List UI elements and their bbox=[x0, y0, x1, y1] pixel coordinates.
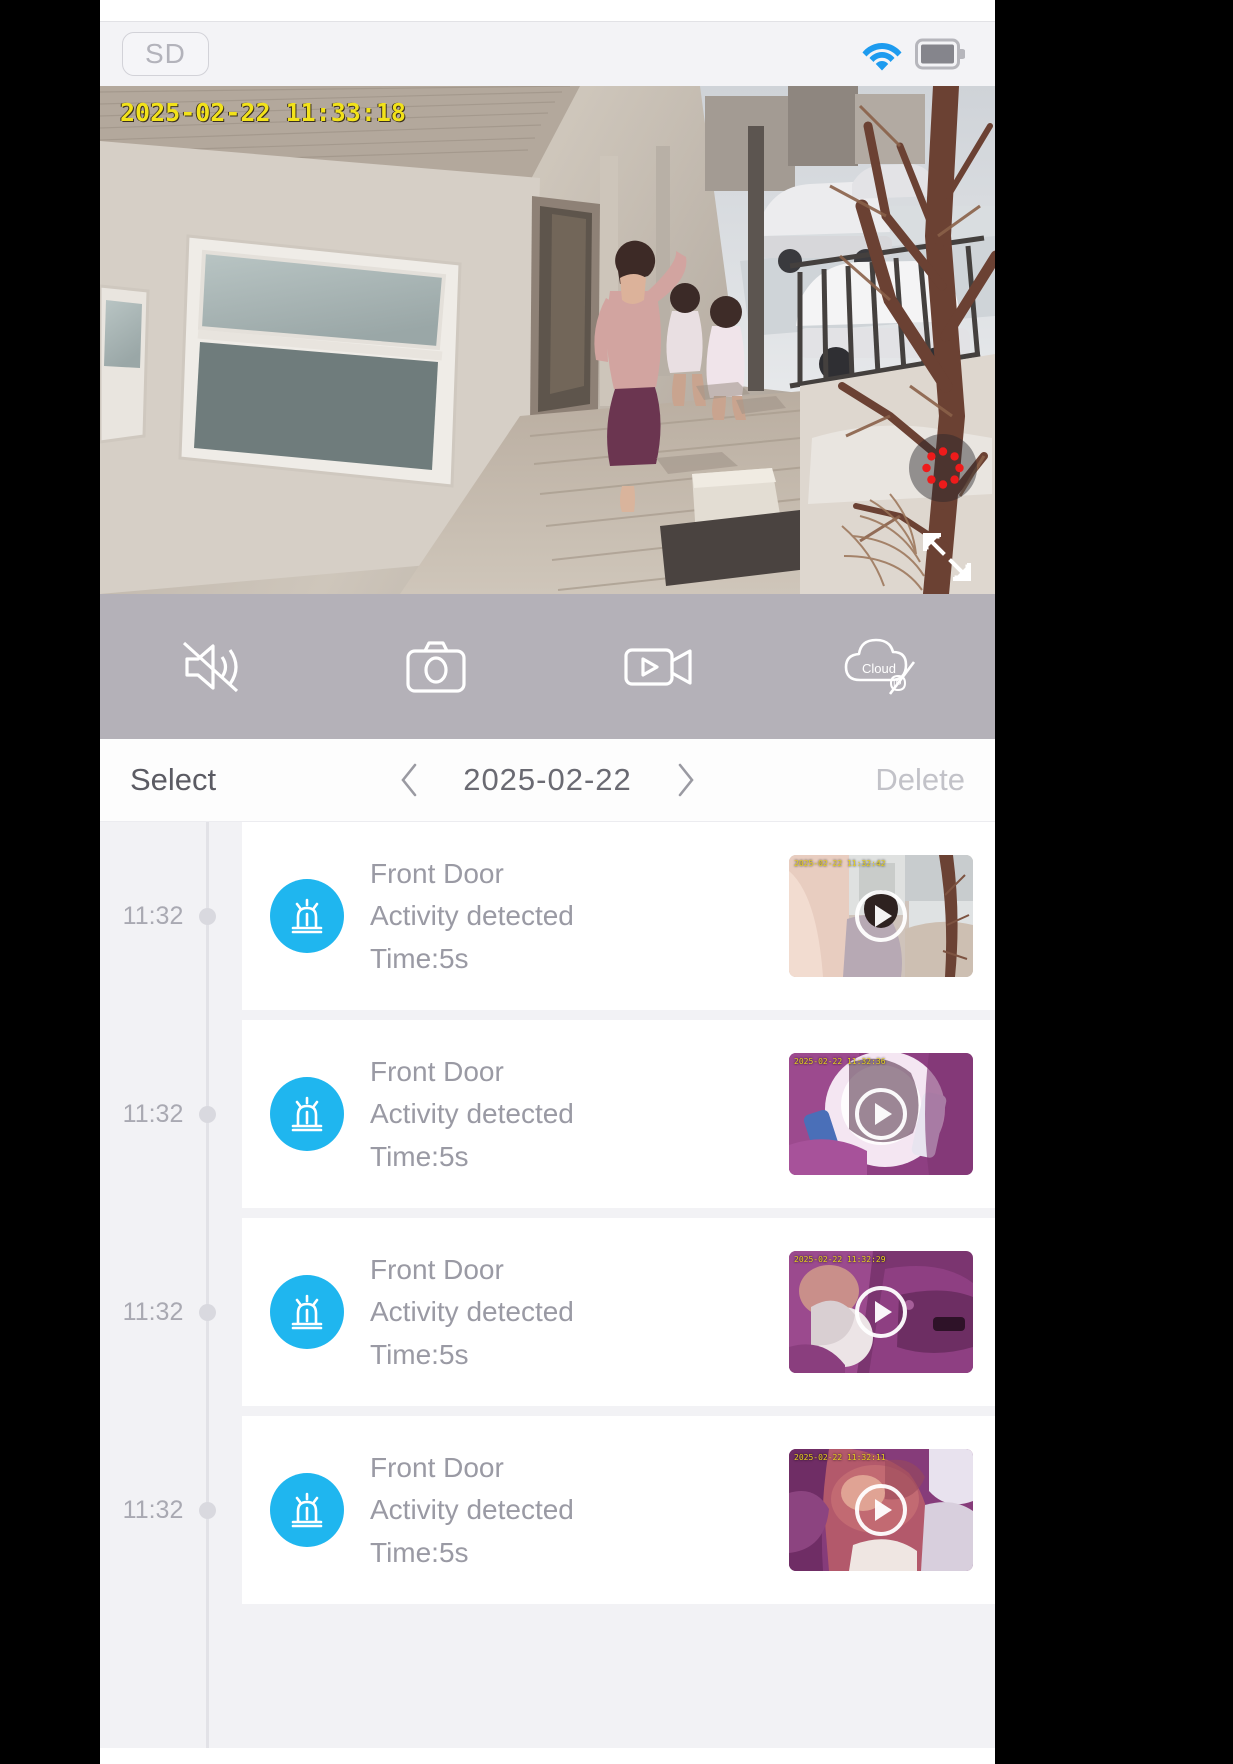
event-time: 11:32 bbox=[122, 901, 184, 930]
thumbnail-timestamp: 2025-02-22 11:32:42 bbox=[794, 859, 886, 868]
event-info: Front Door Activity detected Time:5s bbox=[370, 1451, 763, 1568]
event-subtitle: Activity detected bbox=[370, 1098, 574, 1130]
video-record-icon bbox=[624, 647, 692, 686]
camera-status-bar: SD bbox=[100, 22, 995, 86]
battery-icon bbox=[915, 38, 965, 70]
video-control-bar: Cloud IP bbox=[100, 594, 995, 739]
alarm-siren-icon bbox=[270, 1473, 344, 1547]
video-timestamp-overlay: 2025-02-22 11:33:18 bbox=[120, 98, 406, 127]
timeline-dot bbox=[199, 907, 216, 925]
camera-icon bbox=[406, 640, 466, 693]
speaker-muted-icon bbox=[182, 641, 238, 692]
event-card[interactable]: Front Door Activity detected Time:5s 202… bbox=[242, 1218, 995, 1406]
cloud-disabled-icon: Cloud IP bbox=[844, 638, 916, 695]
current-date-label: 2025-02-22 bbox=[463, 762, 632, 797]
delete-button[interactable]: Delete bbox=[875, 762, 965, 798]
event-time: 11:32 bbox=[122, 1099, 184, 1128]
event-card[interactable]: Front Door Activity detected Time:5s 202… bbox=[242, 1416, 995, 1604]
event-title: Front Door bbox=[370, 1055, 504, 1087]
event-thumbnail[interactable]: 2025-02-22 11:32:29 bbox=[789, 1251, 973, 1373]
fullscreen-expand-icon[interactable] bbox=[921, 531, 973, 583]
event-title: Front Door bbox=[370, 857, 504, 889]
status-icon-group bbox=[861, 37, 965, 71]
browser-chrome bbox=[100, 0, 995, 22]
list-item[interactable]: 11:32 Front Door Activity detected Time:… bbox=[100, 1020, 995, 1208]
chevron-right-icon[interactable] bbox=[676, 763, 696, 797]
play-button[interactable] bbox=[855, 1088, 907, 1140]
event-date-navigation: Select 2025-02-22 Delete bbox=[100, 739, 995, 822]
cloud-button[interactable]: Cloud IP bbox=[771, 594, 995, 739]
thumbnail-timestamp: 2025-02-22 11:32:11 bbox=[794, 1453, 886, 1462]
event-duration: Time:5s bbox=[370, 1140, 469, 1172]
chevron-left-icon[interactable] bbox=[399, 763, 419, 797]
app-screen: SD 2025-02-22 11:33:18 Cloud IP Select 2… bbox=[100, 0, 995, 1764]
event-info: Front Door Activity detected Time:5s bbox=[370, 857, 763, 974]
event-info: Front Door Activity detected Time:5s bbox=[370, 1055, 763, 1172]
recording-loading-indicator bbox=[909, 434, 977, 502]
svg-text:Cloud: Cloud bbox=[862, 661, 896, 676]
sd-storage-badge[interactable]: SD bbox=[122, 32, 209, 76]
wifi-icon bbox=[862, 43, 902, 71]
play-button[interactable] bbox=[855, 1484, 907, 1536]
event-time: 11:32 bbox=[122, 1495, 184, 1524]
alarm-siren-icon bbox=[270, 879, 344, 953]
list-item[interactable]: 11:32 Front Door Activity detected Time:… bbox=[100, 822, 995, 1010]
event-card[interactable]: Front Door Activity detected Time:5s 202… bbox=[242, 1020, 995, 1208]
svg-text:IP: IP bbox=[893, 679, 902, 689]
event-title: Front Door bbox=[370, 1253, 504, 1285]
alarm-siren-icon bbox=[270, 1077, 344, 1151]
thumbnail-timestamp: 2025-02-22 11:32:36 bbox=[794, 1057, 886, 1066]
event-duration: Time:5s bbox=[370, 942, 469, 974]
event-subtitle: Activity detected bbox=[370, 900, 574, 932]
alarm-siren-icon bbox=[270, 1275, 344, 1349]
video-frame bbox=[100, 86, 995, 594]
timeline-dot bbox=[199, 1105, 216, 1123]
snapshot-button[interactable] bbox=[324, 594, 548, 739]
event-thumbnail[interactable]: 2025-02-22 11:32:11 bbox=[789, 1449, 973, 1571]
event-thumbnail[interactable]: 2025-02-22 11:32:36 bbox=[789, 1053, 973, 1175]
event-info: Front Door Activity detected Time:5s bbox=[370, 1253, 763, 1370]
event-title: Front Door bbox=[370, 1451, 504, 1483]
event-duration: Time:5s bbox=[370, 1338, 469, 1370]
play-button[interactable] bbox=[855, 1286, 907, 1338]
mute-button[interactable] bbox=[100, 594, 324, 739]
event-thumbnail[interactable]: 2025-02-22 11:32:42 bbox=[789, 855, 973, 977]
event-subtitle: Activity detected bbox=[370, 1494, 574, 1526]
record-button[interactable] bbox=[548, 594, 772, 739]
select-button[interactable]: Select bbox=[130, 762, 360, 798]
event-time: 11:32 bbox=[122, 1297, 184, 1326]
event-subtitle: Activity detected bbox=[370, 1296, 574, 1328]
live-video-view[interactable]: 2025-02-22 11:33:18 bbox=[100, 86, 995, 594]
list-item[interactable]: 11:32 Front Door Activity detected Time:… bbox=[100, 1218, 995, 1406]
loading-spinner-icon bbox=[922, 447, 964, 489]
event-list[interactable]: 11:32 Front Door Activity detected Time:… bbox=[100, 822, 995, 1748]
timeline-dot bbox=[199, 1501, 216, 1519]
thumbnail-timestamp: 2025-02-22 11:32:29 bbox=[794, 1255, 886, 1264]
play-button[interactable] bbox=[855, 890, 907, 942]
list-item[interactable]: 11:32 Front Door Activity detected Time:… bbox=[100, 1416, 995, 1604]
timeline-dot bbox=[199, 1303, 216, 1321]
event-duration: Time:5s bbox=[370, 1536, 469, 1568]
event-card[interactable]: Front Door Activity detected Time:5s 202… bbox=[242, 822, 995, 1010]
